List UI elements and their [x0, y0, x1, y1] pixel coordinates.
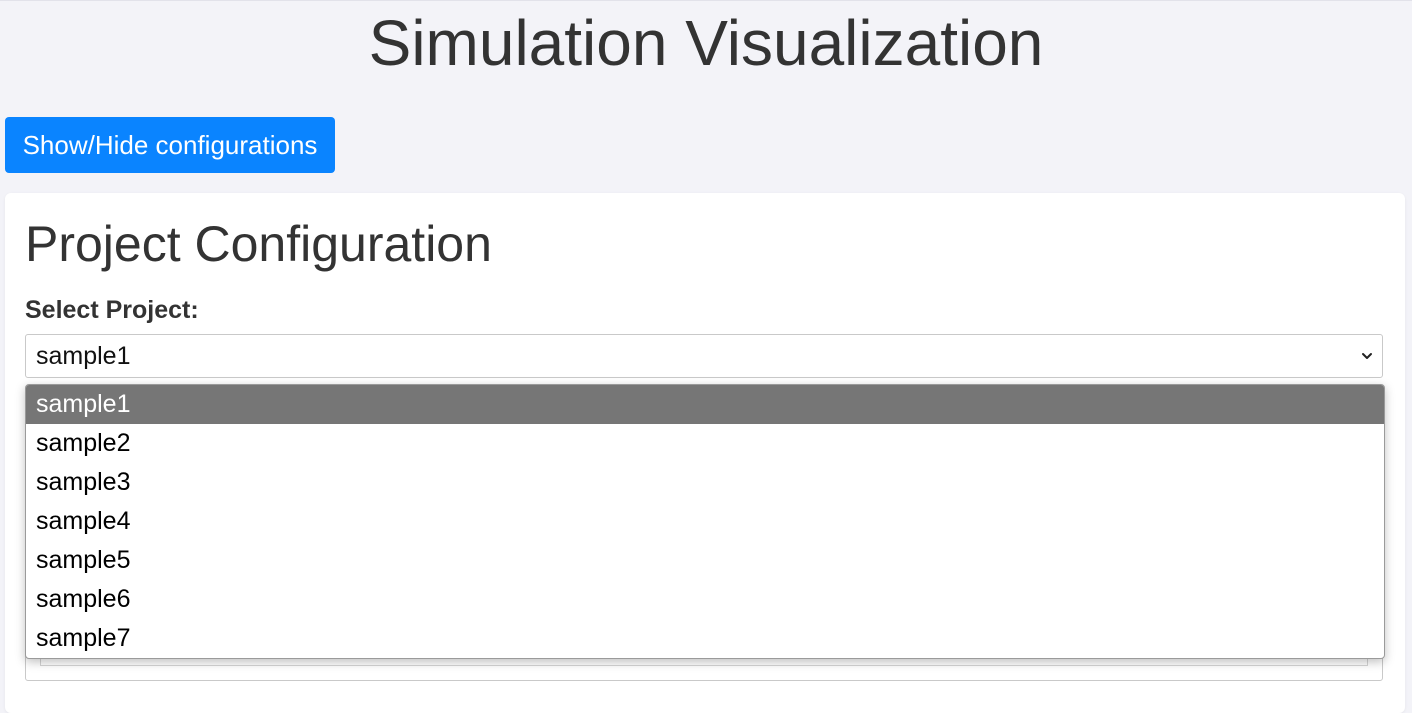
selected-project-value: sample1 [36, 342, 131, 370]
dropdown-option[interactable]: sample7 [26, 619, 1384, 658]
dropdown-option[interactable]: sample5 [26, 541, 1384, 580]
section-title: Project Configuration [25, 216, 492, 272]
dropdown-option[interactable]: sample3 [26, 463, 1384, 502]
dropdown-option[interactable]: sample2 [26, 424, 1384, 463]
toggle-configurations-button[interactable]: Show/Hide configurations [5, 117, 335, 173]
chevron-down-icon [1362, 353, 1372, 359]
dropdown-option[interactable]: sample1 [26, 385, 1384, 424]
select-project-label: Select Project: [25, 296, 199, 324]
dropdown-option[interactable]: sample4 [26, 502, 1384, 541]
page-title: Simulation Visualization [368, 7, 1044, 79]
project-dropdown-list: sample1 sample2 sample3 sample4 sample5 … [25, 384, 1385, 659]
project-select[interactable]: sample1 [25, 334, 1383, 378]
dropdown-option[interactable]: sample6 [26, 580, 1384, 619]
